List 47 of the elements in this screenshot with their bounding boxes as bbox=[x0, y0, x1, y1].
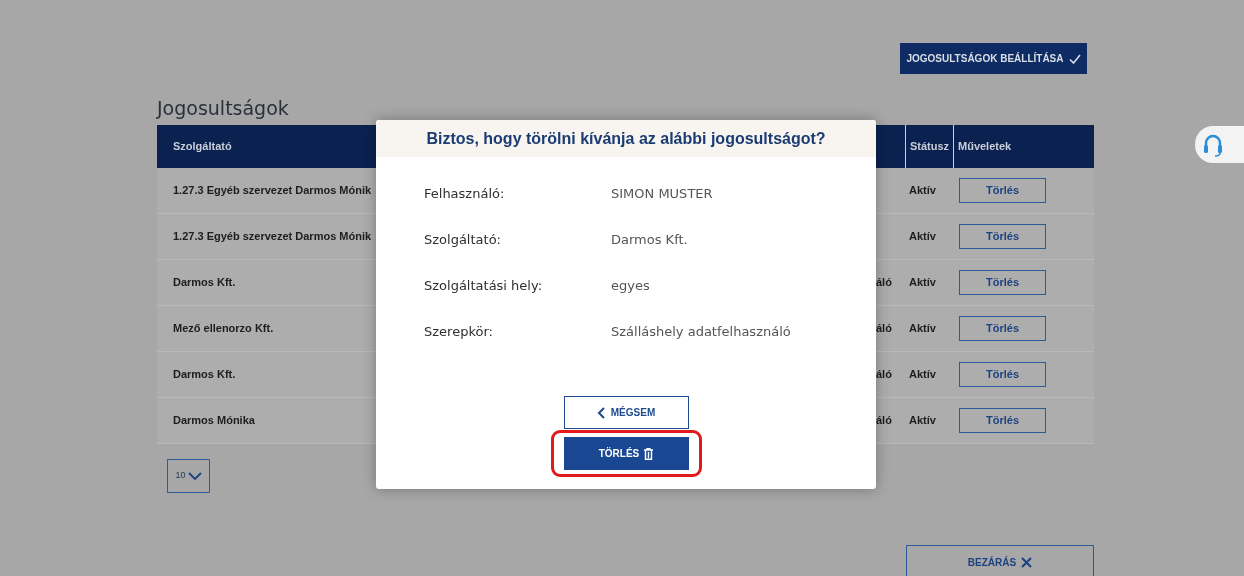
page-size-select[interactable]: 10 bbox=[167, 459, 210, 493]
field-label: Felhasználó: bbox=[424, 185, 506, 204]
cancel-button[interactable]: MÉGSEM bbox=[563, 396, 689, 429]
chevron-left-icon bbox=[596, 406, 605, 419]
column-header: Státusz bbox=[910, 139, 950, 155]
table-cell-text: áló bbox=[876, 275, 892, 291]
field-label: Szolgáltató: bbox=[424, 231, 502, 250]
field-value: SIMON MUSTER bbox=[611, 185, 713, 204]
column-header: Szolgáltató bbox=[173, 139, 232, 155]
delete-button[interactable]: Törlés bbox=[959, 270, 1046, 295]
table-cell-text: Darmos Mónika bbox=[173, 413, 255, 429]
delete-button[interactable]: Törlés bbox=[959, 362, 1046, 387]
settings-button[interactable]: JOGOSULTSÁGOK BEÁLLÍTÁSA bbox=[900, 43, 1087, 74]
field-value: Szálláshely adatfelhasználó bbox=[611, 323, 791, 342]
table-cell-text: Darmos Kft. bbox=[173, 367, 236, 383]
page-title: Jogosultságok bbox=[157, 96, 290, 120]
field-value: egyes bbox=[611, 277, 650, 296]
table-cell-text: Mező ellenorzo Kft. bbox=[173, 321, 274, 337]
status-text: Aktív bbox=[909, 229, 936, 245]
dialog-title: Biztos, hogy törölni kívánja az alábbi jogosultságot? bbox=[376, 120, 876, 157]
table-cell-text: Darmos Kft. bbox=[173, 275, 236, 291]
table-cell-text: áló bbox=[876, 321, 892, 337]
table-cell-text: 1.27.3 Egyéb szervezet Darmos Mónik bbox=[173, 229, 372, 245]
status-text: Aktív bbox=[909, 275, 936, 291]
delete-button[interactable]: Törlés bbox=[959, 316, 1046, 341]
status-text: Aktív bbox=[909, 321, 936, 337]
headset-icon bbox=[1203, 132, 1223, 157]
delete-button[interactable]: Törlés bbox=[959, 178, 1046, 203]
delete-button[interactable]: Törlés bbox=[959, 224, 1046, 249]
table-cell-text: 1.27.3 Egyéb szervezet Darmos Mónik bbox=[173, 183, 372, 199]
status-text: Aktív bbox=[909, 183, 936, 199]
chevron-down-icon bbox=[187, 472, 202, 480]
field-label: Szolgáltatási hely: bbox=[424, 277, 544, 296]
status-text: Aktív bbox=[909, 367, 936, 383]
table-cell-text: áló bbox=[876, 413, 892, 429]
checkmark-icon bbox=[1068, 53, 1081, 64]
support-tab[interactable] bbox=[1195, 126, 1244, 163]
delete-button[interactable]: TÖRLÉS bbox=[563, 437, 689, 470]
delete-button[interactable]: Törlés bbox=[959, 408, 1046, 433]
close-button[interactable]: BEZÁRÁS bbox=[906, 545, 1094, 576]
trash-icon bbox=[644, 447, 654, 460]
field-label: Szerepkör: bbox=[424, 323, 494, 342]
field-value: Darmos Kft. bbox=[611, 231, 688, 250]
status-text: Aktív bbox=[909, 413, 936, 429]
column-header: Műveletek bbox=[958, 139, 1012, 155]
close-icon bbox=[1021, 556, 1033, 568]
table-cell-text: áló bbox=[876, 367, 892, 383]
